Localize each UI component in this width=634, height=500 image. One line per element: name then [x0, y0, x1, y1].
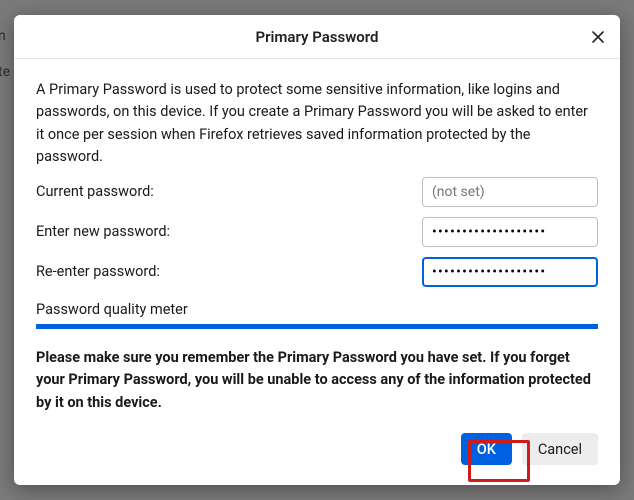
close-button[interactable] [584, 23, 612, 51]
dialog-footer: OK Cancel [14, 433, 620, 485]
reenter-password-input[interactable] [422, 257, 598, 287]
current-password-label: Current password: [36, 183, 422, 200]
reenter-password-row: Re-enter password: [36, 257, 598, 287]
quality-row: Password quality meter [36, 301, 598, 329]
warning-text: Please make sure you remember the Primar… [36, 347, 598, 414]
ok-button[interactable]: OK [461, 433, 512, 465]
background-text: n [0, 28, 6, 44]
current-password-row: Current password: [36, 177, 598, 207]
new-password-row: Enter new password: [36, 217, 598, 247]
dialog-title: Primary Password [255, 28, 378, 46]
dialog-body: A Primary Password is used to protect so… [14, 59, 620, 433]
primary-password-dialog: Primary Password A Primary Password is u… [14, 15, 620, 485]
quality-meter [36, 324, 598, 329]
new-password-label: Enter new password: [36, 223, 422, 240]
intro-text: A Primary Password is used to protect so… [36, 79, 598, 169]
close-icon [590, 29, 606, 45]
reenter-password-label: Re-enter password: [36, 263, 422, 280]
quality-label: Password quality meter [36, 301, 598, 318]
cancel-button[interactable]: Cancel [522, 433, 598, 465]
current-password-input[interactable] [422, 177, 598, 207]
background-text: te [0, 64, 10, 80]
new-password-input[interactable] [422, 217, 598, 247]
dialog-header: Primary Password [14, 15, 620, 59]
